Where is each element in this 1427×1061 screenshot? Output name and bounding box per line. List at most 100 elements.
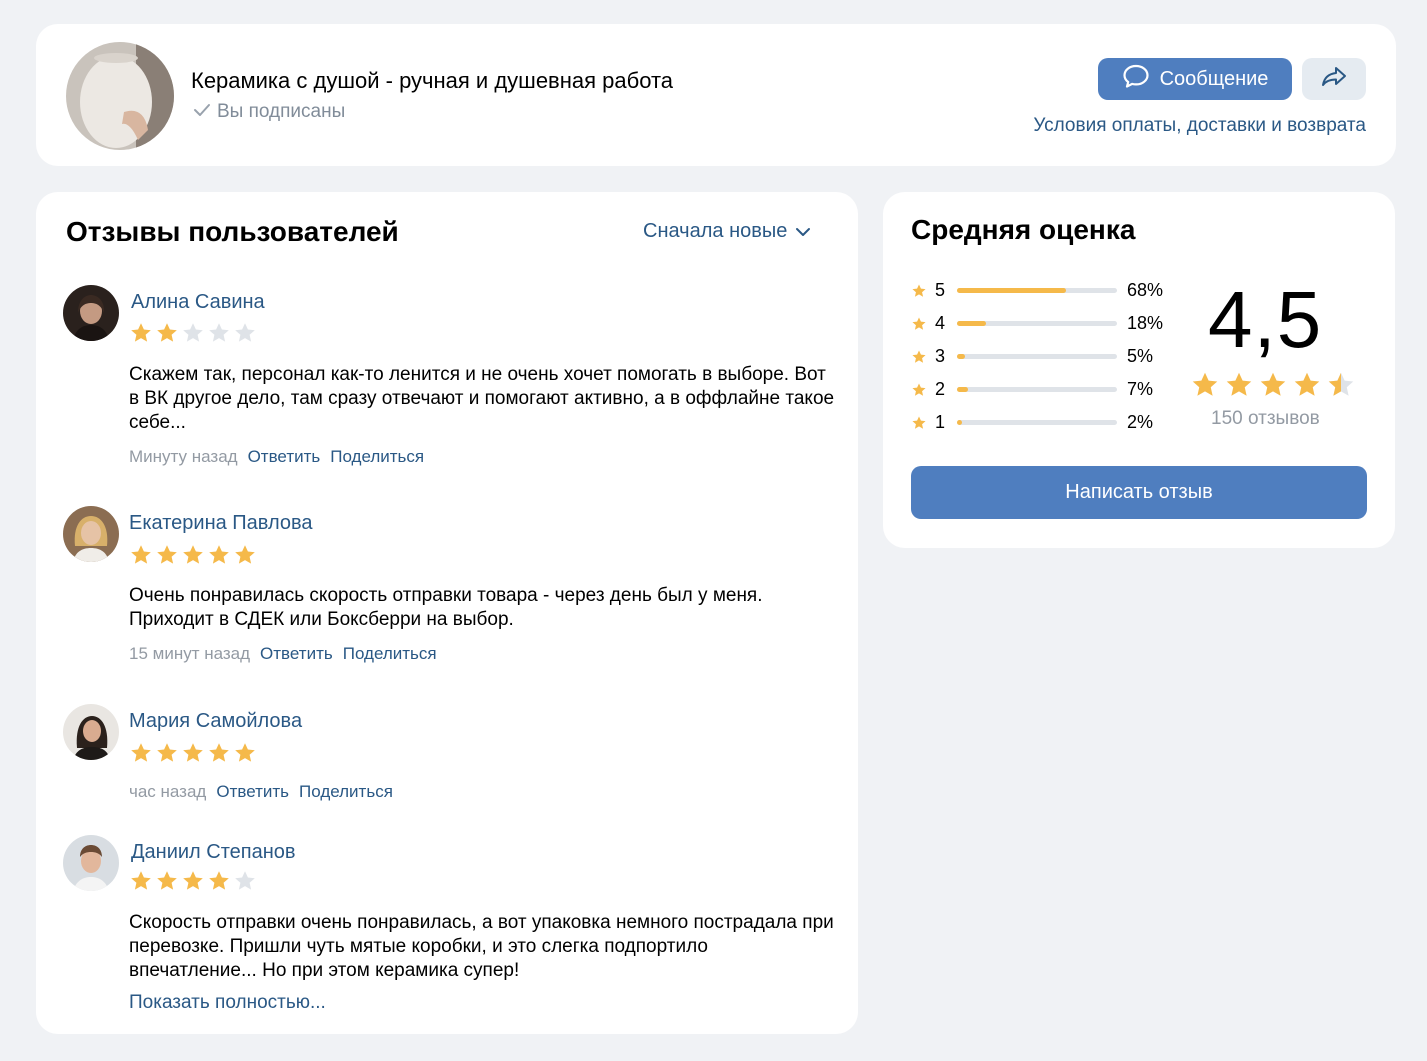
rating-bar-fill: [957, 387, 969, 392]
star-half-icon: [1326, 370, 1356, 400]
rating-bar-percent: 18%: [1127, 313, 1164, 333]
message-button[interactable]: Сообщение: [1098, 58, 1292, 100]
rating-bar-percent: 5%: [1127, 346, 1154, 366]
reply-link[interactable]: Ответить: [260, 644, 333, 664]
star-icon: [911, 415, 927, 431]
shop-title: Керамика с душой - ручная и душевная раб…: [191, 68, 674, 93]
avatar[interactable]: [63, 704, 119, 760]
rating-bar-row: 4 18%: [911, 307, 1163, 340]
star-filled-icon: [181, 869, 205, 893]
reply-link[interactable]: Ответить: [216, 782, 289, 802]
sort-label: Сначала новые: [643, 220, 788, 242]
reviewer-name[interactable]: Алина Савина: [131, 291, 265, 314]
review-meta: 15 минут назад Ответить Поделиться: [129, 644, 437, 664]
star-rating: [129, 543, 257, 567]
shop-header: Керамика с душой - ручная и душевная раб…: [36, 24, 1396, 166]
write-review-button[interactable]: Написать отзыв: [911, 466, 1367, 519]
star-icon: [911, 283, 927, 299]
check-icon: [193, 101, 211, 123]
review-text: Очень понравилась скорость отправки това…: [129, 585, 763, 630]
star-rating: [129, 741, 257, 765]
review-item: Екатерина Павлова Очень понравилась скор…: [63, 506, 833, 676]
star-empty-icon: [207, 321, 231, 345]
terms-link[interactable]: Условия оплаты, доставки и возврата: [1033, 115, 1366, 137]
star-rating: [129, 869, 257, 893]
star-filled-icon: [207, 543, 231, 567]
avatar[interactable]: [63, 506, 119, 562]
sort-dropdown[interactable]: Сначала новые: [643, 220, 811, 243]
review-text: Скажем так, персонал как-то ленится и не…: [129, 364, 835, 433]
reviewer-name[interactable]: Даниил Степанов: [131, 841, 296, 864]
rating-bar-row: 1 2%: [911, 406, 1163, 439]
show-more-link[interactable]: Показать полностью...: [129, 992, 326, 1014]
rating-bar-row: 5 68%: [911, 274, 1163, 307]
rating-bar-row: 2 7%: [911, 373, 1163, 406]
review-text: Скорость отправки очень понравилась, а в…: [129, 912, 834, 981]
rating-bar-fill: [957, 288, 1066, 293]
average-star-rating: [1190, 370, 1356, 400]
star-filled-icon: [181, 741, 205, 765]
rating-distribution: 5 68% 4 18% 3 5% 2 7% 1 2%: [911, 274, 1163, 439]
reviewer-name[interactable]: Екатерина Павлова: [129, 512, 313, 535]
review-time: 15 минут назад: [129, 644, 251, 663]
subscription-label: Вы подписаны: [217, 101, 346, 122]
reply-link[interactable]: Ответить: [248, 447, 321, 467]
rating-title: Средняя оценка: [911, 214, 1136, 245]
review-meta: Минуту назад Ответить Поделиться: [129, 447, 424, 467]
share-link[interactable]: Поделиться: [299, 782, 393, 802]
message-button-label: Сообщение: [1159, 67, 1269, 90]
subscription-status[interactable]: Вы подписаны: [193, 101, 345, 123]
star-icon: [911, 316, 927, 332]
star-filled-icon: [1258, 370, 1288, 400]
star-filled-icon: [1224, 370, 1254, 400]
star-icon: [911, 382, 927, 398]
star-filled-icon: [207, 741, 231, 765]
reviews-panel: Отзывы пользователей Сначала новые Алина…: [36, 192, 858, 1034]
rating-bar-row: 3 5%: [911, 340, 1163, 373]
avatar[interactable]: [63, 285, 119, 341]
star-filled-icon: [155, 741, 179, 765]
review-item: Мария Самойлова час назад Ответить Подел…: [63, 704, 833, 814]
review-item: Алина Савина Скажем так, персонал как-то…: [63, 285, 834, 485]
star-filled-icon: [129, 321, 153, 345]
rating-bar-track: [957, 387, 1117, 392]
rating-bar-stars: 1: [935, 412, 946, 432]
rating-bar-stars: 5: [935, 280, 946, 300]
star-filled-icon: [155, 869, 179, 893]
review-time: час назад: [129, 782, 207, 801]
review-meta: час назад Ответить Поделиться: [129, 782, 393, 802]
share-link[interactable]: Поделиться: [330, 447, 424, 467]
star-filled-icon: [129, 543, 153, 567]
star-filled-icon: [233, 543, 257, 567]
star-rating: [129, 321, 257, 345]
share-arrow-icon: [1320, 65, 1348, 94]
message-bubble-icon: [1122, 63, 1150, 95]
reviews-title: Отзывы пользователей: [66, 216, 399, 247]
star-empty-icon: [233, 321, 257, 345]
star-filled-icon: [1292, 370, 1322, 400]
review-count: 150 отзывов: [1211, 408, 1320, 429]
star-filled-icon: [129, 741, 153, 765]
star-empty-icon: [181, 321, 205, 345]
star-filled-icon: [181, 543, 205, 567]
chevron-down-icon: [795, 220, 811, 243]
star-filled-icon: [233, 741, 257, 765]
rating-bar-track: [957, 420, 1117, 425]
share-button[interactable]: [1302, 58, 1366, 100]
review-item: Даниил Степанов Скорость отправки очень …: [63, 835, 834, 1025]
rating-panel: Средняя оценка 5 68% 4 18% 3 5% 2 7% 1 2% 4,5 150…: [883, 192, 1395, 548]
star-filled-icon: [155, 543, 179, 567]
average-score: 4,5: [1208, 275, 1323, 364]
share-link[interactable]: Поделиться: [343, 644, 437, 664]
rating-bar-percent: 7%: [1127, 379, 1154, 399]
rating-bar-percent: 2%: [1127, 412, 1154, 432]
review-time: Минуту назад: [129, 447, 238, 466]
reviewer-name[interactable]: Мария Самойлова: [129, 710, 302, 733]
rating-bar-fill: [957, 420, 962, 425]
rating-bar-stars: 3: [935, 346, 946, 366]
shop-avatar[interactable]: [66, 42, 174, 150]
rating-bar-stars: 4: [935, 313, 946, 333]
avatar[interactable]: [63, 835, 119, 891]
rating-bar-stars: 2: [935, 379, 946, 399]
rating-bar-fill: [957, 354, 965, 359]
